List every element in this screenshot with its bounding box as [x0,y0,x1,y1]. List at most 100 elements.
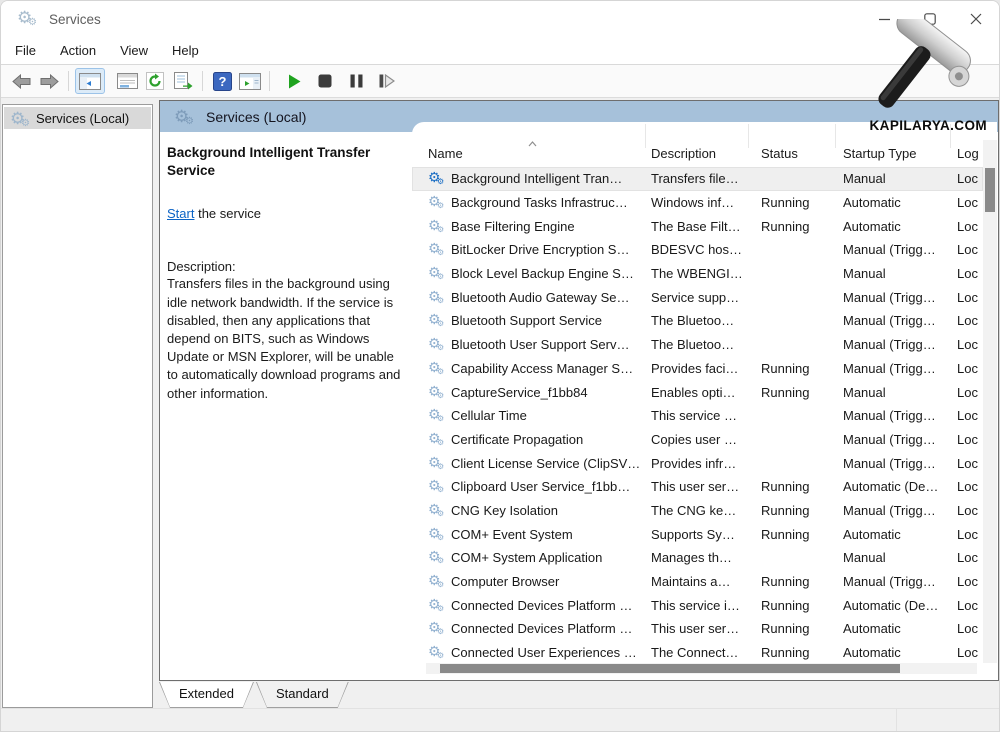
cell-description: Manages th… [645,550,748,565]
cell-status: Running [748,574,835,589]
forward-button[interactable] [36,68,62,94]
export-list-button[interactable] [170,68,196,94]
cell-log-on-as: Loc [950,337,983,352]
title-bar: ⚙ ⚙ Services [1,1,999,37]
show-console-tree-button[interactable] [75,68,105,94]
minimize-button[interactable] [861,1,907,37]
horizontal-scrollbar-thumb[interactable] [440,664,900,673]
cell-log-on-as: Loc [950,479,983,494]
service-gear-icon: ⚙⚙ [428,360,447,377]
table-row[interactable]: ⚙⚙ Connected User Experiences … The Conn… [412,641,983,665]
selected-service-title: Background Intelligent Transfer Service [167,144,402,180]
vertical-scrollbar-thumb[interactable] [985,168,995,212]
service-name: Bluetooth User Support Serv… [451,337,629,352]
table-row[interactable]: ⚙⚙ Capability Access Manager S… Provides… [412,357,983,381]
cell-description: The Bluetoo… [645,313,748,328]
service-gear-icon: ⚙⚙ [428,573,447,590]
view-tabs: Extended Standard [159,682,351,708]
cell-status: Running [748,598,835,613]
horizontal-scrollbar[interactable] [426,663,977,674]
pause-service-button[interactable] [343,68,369,94]
table-row[interactable]: ⚙⚙ Base Filtering Engine The Base Filt… … [412,214,983,238]
column-divider[interactable] [835,124,836,148]
cell-startup-type: Manual [835,266,950,281]
cell-description: Service supp… [645,290,748,305]
table-row[interactable]: ⚙⚙ CaptureService_f1bb84 Enables opti… R… [412,380,983,404]
start-service-link[interactable]: Start [167,206,194,221]
column-header-status[interactable]: Status [748,146,835,161]
cell-startup-type: Automatic (De… [835,598,950,613]
column-header-log-on-as[interactable]: Log [950,146,983,161]
service-name: CNG Key Isolation [451,503,558,518]
table-row[interactable]: ⚙⚙ BitLocker Drive Encryption S… BDESVC … [412,238,983,262]
help-button[interactable]: ? [209,68,235,94]
cell-name: ⚙⚙ Clipboard User Service_f1bb… [428,478,645,495]
table-row[interactable]: ⚙⚙ Bluetooth User Support Serv… The Blue… [412,333,983,357]
start-service-line: Start the service [167,206,402,221]
cell-name: ⚙⚙ COM+ Event System [428,526,645,543]
table-row[interactable]: ⚙⚙ Client License Service (ClipSV… Provi… [412,451,983,475]
cell-name: ⚙⚙ Bluetooth Support Service [428,312,645,329]
tree-item-services-local[interactable]: ⚙ ⚙ Services (Local) [4,107,151,129]
table-row[interactable]: ⚙⚙ Background Tasks Infrastruc… Windows … [412,191,983,215]
column-divider[interactable] [645,124,646,148]
vertical-scrollbar[interactable] [983,140,997,663]
menu-view[interactable]: View [120,43,148,58]
back-arrow-icon [12,74,31,89]
column-header-description[interactable]: Description [645,146,748,161]
cell-description: Maintains a… [645,574,748,589]
start-service-button[interactable] [281,68,307,94]
cell-description: Transfers file… [645,171,748,186]
table-row[interactable]: ⚙⚙ Connected Devices Platform … This use… [412,617,983,641]
cell-name: ⚙⚙ Certificate Propagation [428,431,645,448]
menu-file[interactable]: File [15,43,36,58]
forward-arrow-icon [40,74,59,89]
table-row[interactable]: ⚙⚙ COM+ System Application Manages th… M… [412,546,983,570]
tab-extended[interactable]: Extended [159,682,254,708]
cell-startup-type: Automatic [835,527,950,542]
refresh-button[interactable] [142,68,168,94]
table-row[interactable]: ⚙⚙ CNG Key Isolation The CNG ke… Running… [412,499,983,523]
service-gear-icon: ⚙⚙ [428,241,447,258]
cell-log-on-as: Loc [950,385,983,400]
tab-standard-label: Standard [256,682,349,701]
service-name: Background Intelligent Tran… [451,171,622,186]
maximize-button[interactable] [907,1,953,37]
table-row[interactable]: ⚙⚙ Clipboard User Service_f1bb… This use… [412,475,983,499]
table-row[interactable]: ⚙⚙ Certificate Propagation Copies user …… [412,428,983,452]
service-name: CaptureService_f1bb84 [451,385,588,400]
menu-action[interactable]: Action [60,43,96,58]
cell-startup-type: Manual (Trigg… [835,242,950,257]
table-row[interactable]: ⚙⚙ Cellular Time This service … Manual (… [412,404,983,428]
properties-button[interactable] [114,68,140,94]
menu-help[interactable]: Help [172,43,199,58]
cell-description: The WBENGI… [645,266,748,281]
column-header-name[interactable]: Name [428,146,645,161]
table-row[interactable]: ⚙⚙ COM+ Event System Supports Sy… Runnin… [412,522,983,546]
services-gear-icon: ⚙ ⚙ [10,109,32,127]
cell-description: Copies user … [645,432,748,447]
tree-item-label: Services (Local) [36,111,129,126]
cell-startup-type: Manual (Trigg… [835,408,950,423]
table-row[interactable]: ⚙⚙ Computer Browser Maintains a… Running… [412,570,983,594]
show-action-pane-button[interactable] [237,68,263,94]
cell-log-on-as: Loc [950,550,983,565]
cell-description: BDESVC hos… [645,242,748,257]
column-divider[interactable] [748,124,749,148]
services-main-panel: ⚙ ⚙ Services (Local) Background Intellig… [159,100,999,681]
back-button[interactable] [8,68,34,94]
stop-service-button[interactable] [312,68,338,94]
tab-standard[interactable]: Standard [256,682,349,708]
menu-bar: File Action View Help [1,37,999,65]
table-row[interactable]: ⚙⚙ Bluetooth Support Service The Bluetoo… [412,309,983,333]
services-app-icon: ⚙ ⚙ [17,8,41,30]
cell-startup-type: Manual (Trigg… [835,432,950,447]
table-row[interactable]: ⚙⚙ Bluetooth Audio Gateway Se… Service s… [412,285,983,309]
service-name: COM+ System Application [451,550,602,565]
table-row[interactable]: ⚙⚙ Connected Devices Platform … This ser… [412,593,983,617]
close-button[interactable] [953,1,999,37]
column-header-startup-type[interactable]: Startup Type [835,146,950,161]
table-row[interactable]: ⚙⚙ Block Level Backup Engine S… The WBEN… [412,262,983,286]
restart-service-button[interactable] [374,68,400,94]
table-row[interactable]: ⚙⚙ Background Intelligent Tran… Transfer… [412,167,983,191]
